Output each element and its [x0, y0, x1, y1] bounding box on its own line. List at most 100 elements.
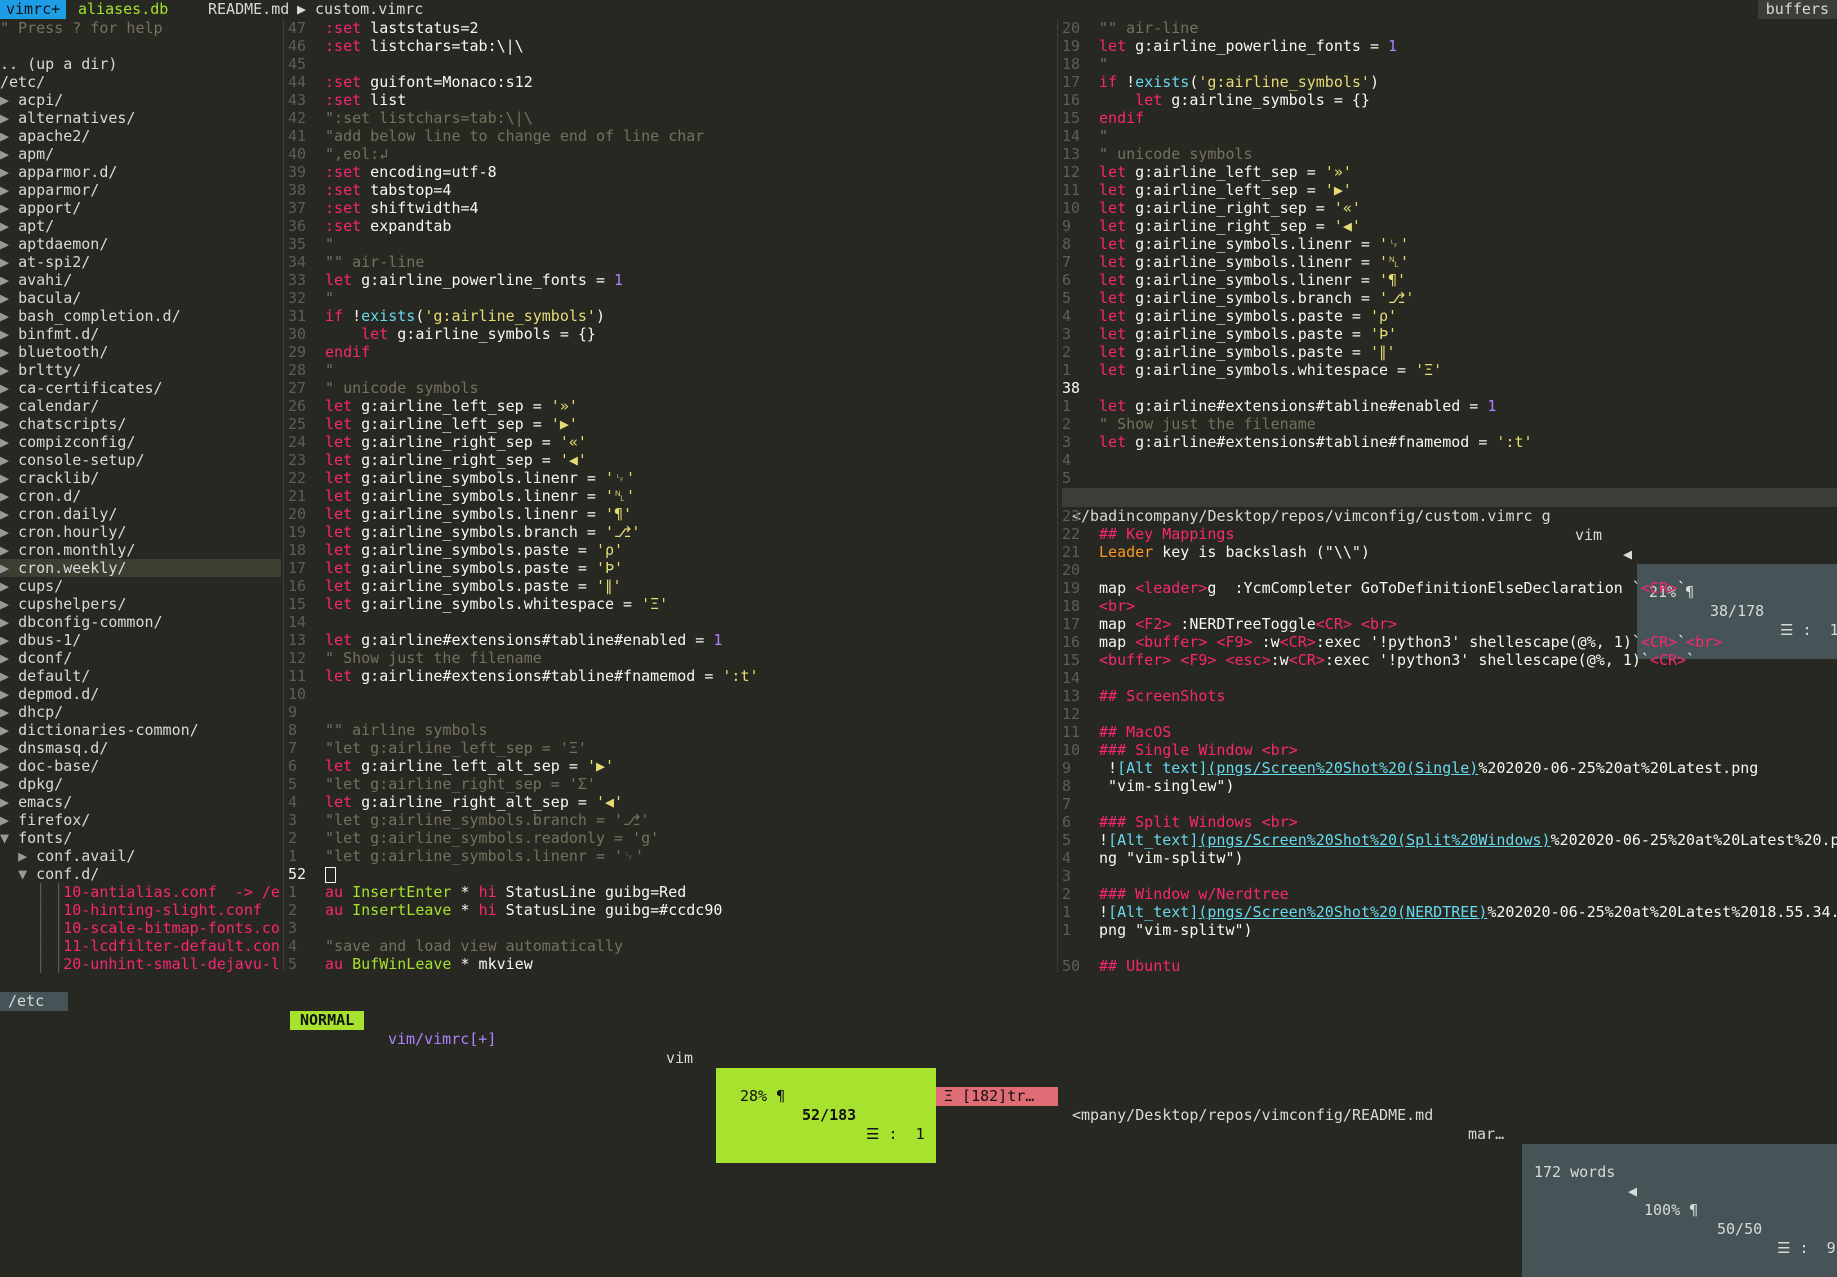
custom-vimrc-line[interactable]: 4: [1062, 451, 1837, 469]
tree-dir-item[interactable]: ▶ binfmt.d/: [0, 325, 281, 343]
custom-vimrc-line[interactable]: 3 let g:airline#extensions#tabline#fname…: [1062, 433, 1837, 451]
tree-dir-item[interactable]: ▶ cups/: [0, 577, 281, 595]
vimrc-line[interactable]: 32 ": [288, 289, 1052, 307]
vimrc-line[interactable]: 14: [288, 613, 1052, 631]
vimrc-line[interactable]: 41 "add below line to change end of line…: [288, 127, 1052, 145]
custom-vimrc-line[interactable]: 2 " Show just the filename: [1062, 415, 1837, 433]
vimrc-line[interactable]: 12 " Show just the filename: [288, 649, 1052, 667]
tree-dir-item[interactable]: ▶ brltty/: [0, 361, 281, 379]
tree-dir-item[interactable]: ▶ avahi/: [0, 271, 281, 289]
vimrc-line[interactable]: 15 let g:airline_symbols.whitespace = 'Ξ…: [288, 595, 1052, 613]
tree-file-item[interactable]: │ │10-hinting-slight.conf: [0, 901, 281, 919]
vimrc-line[interactable]: 36 :set expandtab: [288, 217, 1052, 235]
tree-dir-item[interactable]: ▶ cron.hourly/: [0, 523, 281, 541]
vimrc-line[interactable]: 35 ": [288, 235, 1052, 253]
tree-dir-item[interactable]: ▶ at-spi2/: [0, 253, 281, 271]
custom-vimrc-current-line[interactable]: 38: [1062, 379, 1837, 397]
vimrc-line[interactable]: 13 let g:airline#extensions#tabline#enab…: [288, 631, 1052, 649]
tree-dir-item[interactable]: ▶ dictionaries-common/: [0, 721, 281, 739]
readme-line[interactable]: 16 map <buffer> <F9> :w<CR>:exec '!pytho…: [1062, 633, 1837, 651]
tab-custom-vimrc[interactable]: custom.vimrc: [307, 0, 431, 19]
custom-vimrc-pane[interactable]: 20 "" air-line 19 let g:airline_powerline…: [1062, 19, 1837, 489]
vimrc-line[interactable]: 26 let g:airline_left_sep = '»': [288, 397, 1052, 415]
readme-line[interactable]: 23: [1062, 507, 1837, 525]
readme-line[interactable]: 17 map <F2> :NERDTreeToggle<CR> <br>: [1062, 615, 1837, 633]
tree-dir-item[interactable]: ▶ console-setup/: [0, 451, 281, 469]
readme-line[interactable]: 11 ## MacOS: [1062, 723, 1837, 741]
custom-vimrc-line[interactable]: 13 " unicode symbols: [1062, 145, 1837, 163]
readme-line[interactable]: 12: [1062, 705, 1837, 723]
vimrc-line[interactable]: 39 :set encoding=utf-8: [288, 163, 1052, 181]
custom-vimrc-line[interactable]: 8 let g:airline_symbols.linenr = '␊': [1062, 235, 1837, 253]
vimrc-line[interactable]: 23 let g:airline_right_sep = '◀': [288, 451, 1052, 469]
vimrc-line[interactable]: 17 let g:airline_symbols.paste = 'Þ': [288, 559, 1052, 577]
readme-line[interactable]: 1 png "vim-splitw"): [1062, 921, 1837, 939]
tree-dir-item[interactable]: ▶ bluetooth/: [0, 343, 281, 361]
vimrc-line[interactable]: 42 ":set listchars=tab:\|\: [288, 109, 1052, 127]
tree-dir-item[interactable]: ▶ dnsmasq.d/: [0, 739, 281, 757]
custom-vimrc-line[interactable]: 3 let g:airline_symbols.paste = 'Þ': [1062, 325, 1837, 343]
custom-vimrc-line[interactable]: 5 let g:airline_symbols.branch = '⎇': [1062, 289, 1837, 307]
tree-dir-item[interactable]: ▶ bash_completion.d/: [0, 307, 281, 325]
tree-dir-item[interactable]: ▶ firefox/: [0, 811, 281, 829]
custom-vimrc-line[interactable]: 11 let g:airline_left_sep = '▶': [1062, 181, 1837, 199]
vimrc-line[interactable]: 45: [288, 55, 1052, 73]
vimrc-line[interactable]: 34 "" air-line: [288, 253, 1052, 271]
vimrc-line[interactable]: 3: [288, 919, 1052, 937]
tab-readme[interactable]: README.md: [200, 0, 297, 19]
custom-vimrc-line[interactable]: 20 "" air-line: [1062, 19, 1837, 37]
tree-dir-item[interactable]: ▶ cracklib/: [0, 469, 281, 487]
vimrc-editor-pane[interactable]: 47 :set laststatus=2 46 :set listchars=ta…: [288, 19, 1052, 972]
vimrc-line[interactable]: 38 :set tabstop=4: [288, 181, 1052, 199]
readme-line[interactable]: 21 Leader key is backslash ("\\"): [1062, 543, 1837, 561]
tree-dir-item[interactable]: ▶ cron.monthly/: [0, 541, 281, 559]
vimrc-line[interactable]: 1 "let g:airline_symbols.linenr = '␊': [288, 847, 1052, 865]
vimrc-line[interactable]: 25 let g:airline_left_sep = '▶': [288, 415, 1052, 433]
vimrc-line[interactable]: 29 endif: [288, 343, 1052, 361]
tree-dir-item[interactable]: ▶ apparmor/: [0, 181, 281, 199]
readme-line[interactable]: 50 ## Ubuntu: [1062, 957, 1837, 973]
readme-line[interactable]: 10 ### Single Window <br>: [1062, 741, 1837, 759]
vimrc-line[interactable]: 5 "let g:airline_right_sep = 'Σ': [288, 775, 1052, 793]
vimrc-line[interactable]: 3 "let g:airline_symbols.branch = '⎇': [288, 811, 1052, 829]
tree-dir-item[interactable]: ▶ cron.d/: [0, 487, 281, 505]
tree-dir-fonts[interactable]: ▼ fonts/: [0, 829, 281, 847]
readme-line[interactable]: 5 ![Alt_text](pngs/Screen%20Shot%20(Spli…: [1062, 831, 1837, 849]
custom-vimrc-line[interactable]: 6 let g:airline_symbols.linenr = '¶': [1062, 271, 1837, 289]
tree-dir-item[interactable]: ▶ emacs/: [0, 793, 281, 811]
tree-dir-item[interactable]: ▶ depmod.d/: [0, 685, 281, 703]
vimrc-line[interactable]: 10: [288, 685, 1052, 703]
readme-line[interactable]: 22 ## Key Mappings: [1062, 525, 1837, 543]
tree-file-item[interactable]: │ │10-scale-bitmap-fonts.co: [0, 919, 281, 937]
tree-dir-item[interactable]: ▶ dhcp/: [0, 703, 281, 721]
vimrc-line[interactable]: 4 let g:airline_right_alt_sep = '◀': [288, 793, 1052, 811]
tree-dir-item[interactable]: ▶ alternatives/: [0, 109, 281, 127]
tree-dir-item[interactable]: ▶ default/: [0, 667, 281, 685]
readme-line[interactable]: 18 <br>: [1062, 597, 1837, 615]
readme-line[interactable]: 1 ![Alt_text](pngs/Screen%20Shot%20(NERD…: [1062, 903, 1837, 921]
vimrc-line[interactable]: 11 let g:airline#extensions#tabline#fnam…: [288, 667, 1052, 685]
readme-line[interactable]: 14: [1062, 669, 1837, 687]
tree-file-item[interactable]: │ │20-unhint-small-dejavu-l: [0, 955, 281, 973]
tree-dir-item[interactable]: ▶ cron.weekly/: [0, 559, 281, 577]
readme-line[interactable]: 3: [1062, 867, 1837, 885]
vimrc-line[interactable]: 2 "let g:airline_symbols.readonly = 'g': [288, 829, 1052, 847]
vimrc-line[interactable]: 1 au InsertEnter * hi StatusLine guibg=R…: [288, 883, 1052, 901]
readme-line[interactable]: 15 <buffer> <F9> <esc>:w<CR>:exec '!pyth…: [1062, 651, 1837, 669]
vimrc-line[interactable]: 4 "save and load view automatically: [288, 937, 1052, 955]
vimrc-line[interactable]: 21 let g:airline_symbols.linenr = '␤': [288, 487, 1052, 505]
tree-dir-item[interactable]: ▶ apt/: [0, 217, 281, 235]
tree-dir-item[interactable]: ▶ dconf/: [0, 649, 281, 667]
custom-vimrc-line[interactable]: 19 let g:airline_powerline_fonts = 1: [1062, 37, 1837, 55]
vimrc-line[interactable]: 9: [288, 703, 1052, 721]
tree-dir-item[interactable]: ▶ ca-certificates/: [0, 379, 281, 397]
tree-dir-conf-avail[interactable]: ▶ conf.avail/: [0, 847, 281, 865]
vimrc-line[interactable]: 33 let g:airline_powerline_fonts = 1: [288, 271, 1052, 289]
custom-vimrc-line[interactable]: 9 let g:airline_right_sep = '◀': [1062, 217, 1837, 235]
tree-dir-item[interactable]: ▶ cupshelpers/: [0, 595, 281, 613]
readme-pane[interactable]: 23 22 ## Key Mappings 21 Leader key is ba…: [1062, 507, 1837, 973]
vimrc-line[interactable]: 5 au BufWinLeave * mkview: [288, 955, 1052, 972]
vimrc-line[interactable]: 7 "let g:airline_left_sep = 'Ξ': [288, 739, 1052, 757]
tree-dir-item[interactable]: ▶ compizconfig/: [0, 433, 281, 451]
custom-vimrc-line[interactable]: 4 let g:airline_symbols.paste = 'ρ': [1062, 307, 1837, 325]
